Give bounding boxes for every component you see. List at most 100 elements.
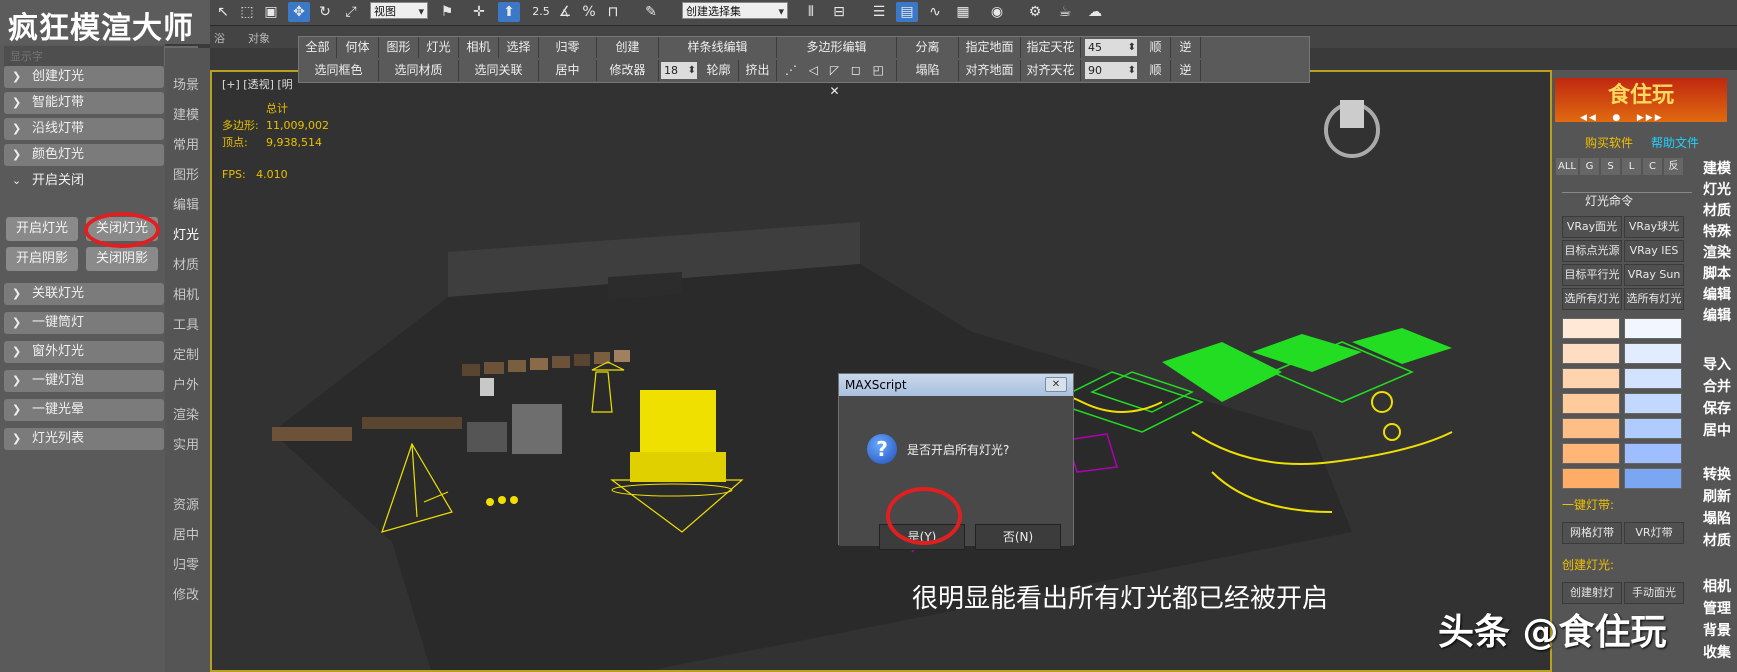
color-swatch-cool[interactable] <box>1624 418 1682 439</box>
side-nav-item[interactable]: 建模 <box>1697 158 1737 178</box>
menu-color-lights[interactable]: ❯ 颜色灯光 <box>4 144 164 166</box>
fb-reset[interactable]: 归零 <box>539 37 597 58</box>
fb-shapes[interactable]: 图形 <box>379 37 419 58</box>
filter-tab[interactable]: 反 <box>1664 158 1683 175</box>
banner-nav-icon[interactable]: ◀◀ ● ▶▶▶ <box>1580 113 1664 123</box>
fb-cameras[interactable]: 相机 <box>459 37 499 58</box>
category-item[interactable]: 居中 <box>173 524 199 543</box>
side-nav-item[interactable]: 材质 <box>1697 530 1737 550</box>
menu-light-list[interactable]: ❯ 灯光列表 <box>4 428 164 450</box>
fb-center[interactable]: 居中 <box>539 60 597 81</box>
vray-sun-button[interactable]: VRay Sun <box>1624 264 1684 286</box>
render-setup-icon[interactable]: ⚙ <box>1024 2 1046 22</box>
filter-tab[interactable]: G <box>1580 158 1599 175</box>
side-nav-item[interactable]: 转换 <box>1697 464 1737 484</box>
color-swatch-cool[interactable] <box>1624 368 1682 389</box>
menu-glow[interactable]: ❯ 一键光晕 <box>4 399 164 421</box>
side-nav-item[interactable]: 灯光 <box>1697 179 1737 199</box>
side-nav-item[interactable]: 背景 <box>1697 620 1737 640</box>
vray-sphere-light-button[interactable]: VRay球光 <box>1624 216 1684 238</box>
vray-ies-button[interactable]: VRay IES <box>1624 240 1684 262</box>
menu-window-light[interactable]: ❯ 窗外灯光 <box>4 341 164 363</box>
angle-snap-icon[interactable]: ∡ <box>554 2 576 22</box>
fb-lights[interactable]: 灯光 <box>419 37 459 58</box>
viewport-perspective[interactable]: [+] [透视] [明 总计 多边形: 11,009,002 顶点: 9,938,5… <box>210 70 1552 672</box>
window-crossing-icon[interactable]: ▣ <box>260 2 282 22</box>
fb-select-same-material[interactable]: 选同材质 <box>379 60 459 81</box>
menu-line-strip[interactable]: ❯ 沿线灯带 <box>4 118 164 140</box>
search-input[interactable] <box>4 46 164 66</box>
rotate-icon[interactable]: ↻ <box>314 2 336 22</box>
side-nav-item[interactable]: 刷新 <box>1697 486 1737 506</box>
menu-bulbs[interactable]: ❯ 一键灯泡 <box>4 370 164 392</box>
color-swatch-warm[interactable] <box>1562 393 1620 414</box>
category-item[interactable]: 编辑 <box>173 194 199 213</box>
manipulate-icon[interactable]: ✛ <box>468 2 490 22</box>
render-frame-icon[interactable]: ☕ <box>1054 2 1076 22</box>
category-item[interactable]: 资源 <box>173 494 199 513</box>
fb-cw-top[interactable]: 顺 <box>1141 37 1171 58</box>
fb-all[interactable]: 全部 <box>299 37 337 58</box>
side-nav-item[interactable]: 收集 <box>1697 642 1737 662</box>
fb-assign-floor[interactable]: 指定地面 <box>959 37 1021 58</box>
view-select[interactable]: 视图 <box>370 2 428 20</box>
category-item[interactable]: 材质 <box>173 254 199 273</box>
category-item[interactable]: 修改 <box>173 584 199 603</box>
fb-angle-spinner-bottom[interactable]: 90 <box>1085 62 1137 79</box>
side-nav-item[interactable]: 管理 <box>1697 598 1737 618</box>
fb-assign-ceiling[interactable]: 指定天花 <box>1021 37 1081 58</box>
fb-subobject-icons[interactable]: ⋰ ◁ ◸ ◻ ◰ ✕ <box>777 60 897 98</box>
fb-extrude[interactable]: 挤出 <box>739 60 777 81</box>
color-swatch-cool[interactable] <box>1624 343 1682 364</box>
pivot-icon[interactable]: ⚑ <box>436 2 458 22</box>
fb-align-ceiling[interactable]: 对齐天花 <box>1021 60 1081 81</box>
vray-plane-light-button[interactable]: VRay面光 <box>1562 216 1622 238</box>
percent-snap-icon[interactable]: % <box>578 2 600 22</box>
category-item[interactable]: 渲染 <box>173 404 199 423</box>
select-all-lights-button[interactable]: 选所有灯光 <box>1562 288 1622 310</box>
fb-angle-spinner-top[interactable]: 45 <box>1085 39 1137 56</box>
category-item[interactable]: 实用 <box>173 434 199 453</box>
fb-ccw-top[interactable]: 逆 <box>1171 37 1201 58</box>
create-spotlight-button[interactable]: 创建射灯 <box>1562 582 1622 604</box>
fb-modifier[interactable]: 修改器 <box>597 60 659 81</box>
side-nav-item[interactable]: 居中 <box>1697 420 1737 440</box>
menu-create-lights[interactable]: ❯ 创建灯光 <box>4 66 164 88</box>
layer-manager-icon[interactable]: ☰ <box>868 2 890 22</box>
menu-item[interactable]: 对象 <box>248 30 270 46</box>
shadows-off-button[interactable]: 关闭阴影 <box>86 247 158 271</box>
help-link[interactable]: 帮助文件 <box>1651 134 1699 151</box>
fb-align-floor[interactable]: 对齐地面 <box>959 60 1021 81</box>
target-directional-light-button[interactable]: 目标平行光 <box>1562 264 1622 286</box>
side-nav-item[interactable]: 相机 <box>1697 576 1737 596</box>
fb-detach[interactable]: 分离 <box>897 37 959 58</box>
side-nav-item[interactable]: 合并 <box>1697 376 1737 396</box>
filter-tab[interactable]: ALL <box>1556 158 1578 175</box>
viewport-label[interactable]: [+] [透视] [明 <box>222 76 293 92</box>
filter-tab[interactable]: L <box>1622 158 1641 175</box>
fb-ccw-bottom[interactable]: 逆 <box>1171 60 1201 81</box>
fb-select[interactable]: 选择 <box>499 37 539 58</box>
fb-spline-edit[interactable]: 样条线编辑 <box>659 37 777 58</box>
color-swatch-warm[interactable] <box>1562 443 1620 464</box>
rect-select-icon[interactable]: ⬚ <box>236 2 258 22</box>
category-item[interactable]: 常用 <box>173 134 199 153</box>
color-swatch-warm[interactable] <box>1562 318 1620 339</box>
schematic-view-icon[interactable]: ▦ <box>952 2 974 22</box>
category-item[interactable]: 工具 <box>173 314 199 333</box>
spinner-snap-icon[interactable]: ⊓ <box>602 2 624 22</box>
category-item-lights[interactable]: 灯光 <box>173 224 199 243</box>
target-point-light-button[interactable]: 目标点光源 <box>1562 240 1622 262</box>
select-all-lights-button-2[interactable]: 选所有灯光 <box>1624 288 1684 310</box>
category-item[interactable]: 归零 <box>173 554 199 573</box>
color-swatch-warm[interactable] <box>1562 468 1620 489</box>
side-nav-item[interactable]: 渲染 <box>1697 242 1737 262</box>
select-arrow-icon[interactable]: ↖ <box>212 2 234 22</box>
fb-outline[interactable]: 轮廓 <box>699 60 739 81</box>
color-swatch-cool[interactable] <box>1624 468 1682 489</box>
menu-downlights[interactable]: ❯ 一键筒灯 <box>4 312 164 334</box>
color-swatch-warm[interactable] <box>1562 343 1620 364</box>
align-icon[interactable]: ⊟ <box>828 2 850 22</box>
fb-select-same-instance[interactable]: 选同关联 <box>459 60 539 81</box>
category-item[interactable]: 场景 <box>173 74 199 93</box>
